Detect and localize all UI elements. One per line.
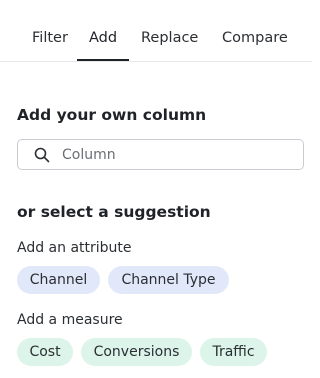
active-tab-indicator [77,59,129,61]
chip-channel[interactable]: Channel [17,266,100,294]
tab-add[interactable]: Add [89,28,117,48]
add-column-panel: Filter Add Replace Compare Add your own … [0,0,312,378]
tab-filter[interactable]: Filter [32,28,68,48]
measure-label: Add a measure [17,312,123,328]
chip-channel-type[interactable]: Channel Type [108,266,229,294]
chip-cost[interactable]: Cost [17,338,73,366]
column-search-field[interactable] [17,139,304,170]
tab-compare[interactable]: Compare [222,28,288,48]
chip-conversions[interactable]: Conversions [81,338,192,366]
tab-replace[interactable]: Replace [141,28,198,48]
own-column-heading: Add your own column [17,106,207,124]
tab-bar: Filter Add Replace Compare [0,0,312,62]
chip-traffic[interactable]: Traffic [200,338,267,366]
attribute-label: Add an attribute [17,240,132,256]
suggestion-heading: or select a suggestion [17,203,211,221]
search-icon [34,147,50,163]
column-search-input[interactable] [62,144,292,166]
